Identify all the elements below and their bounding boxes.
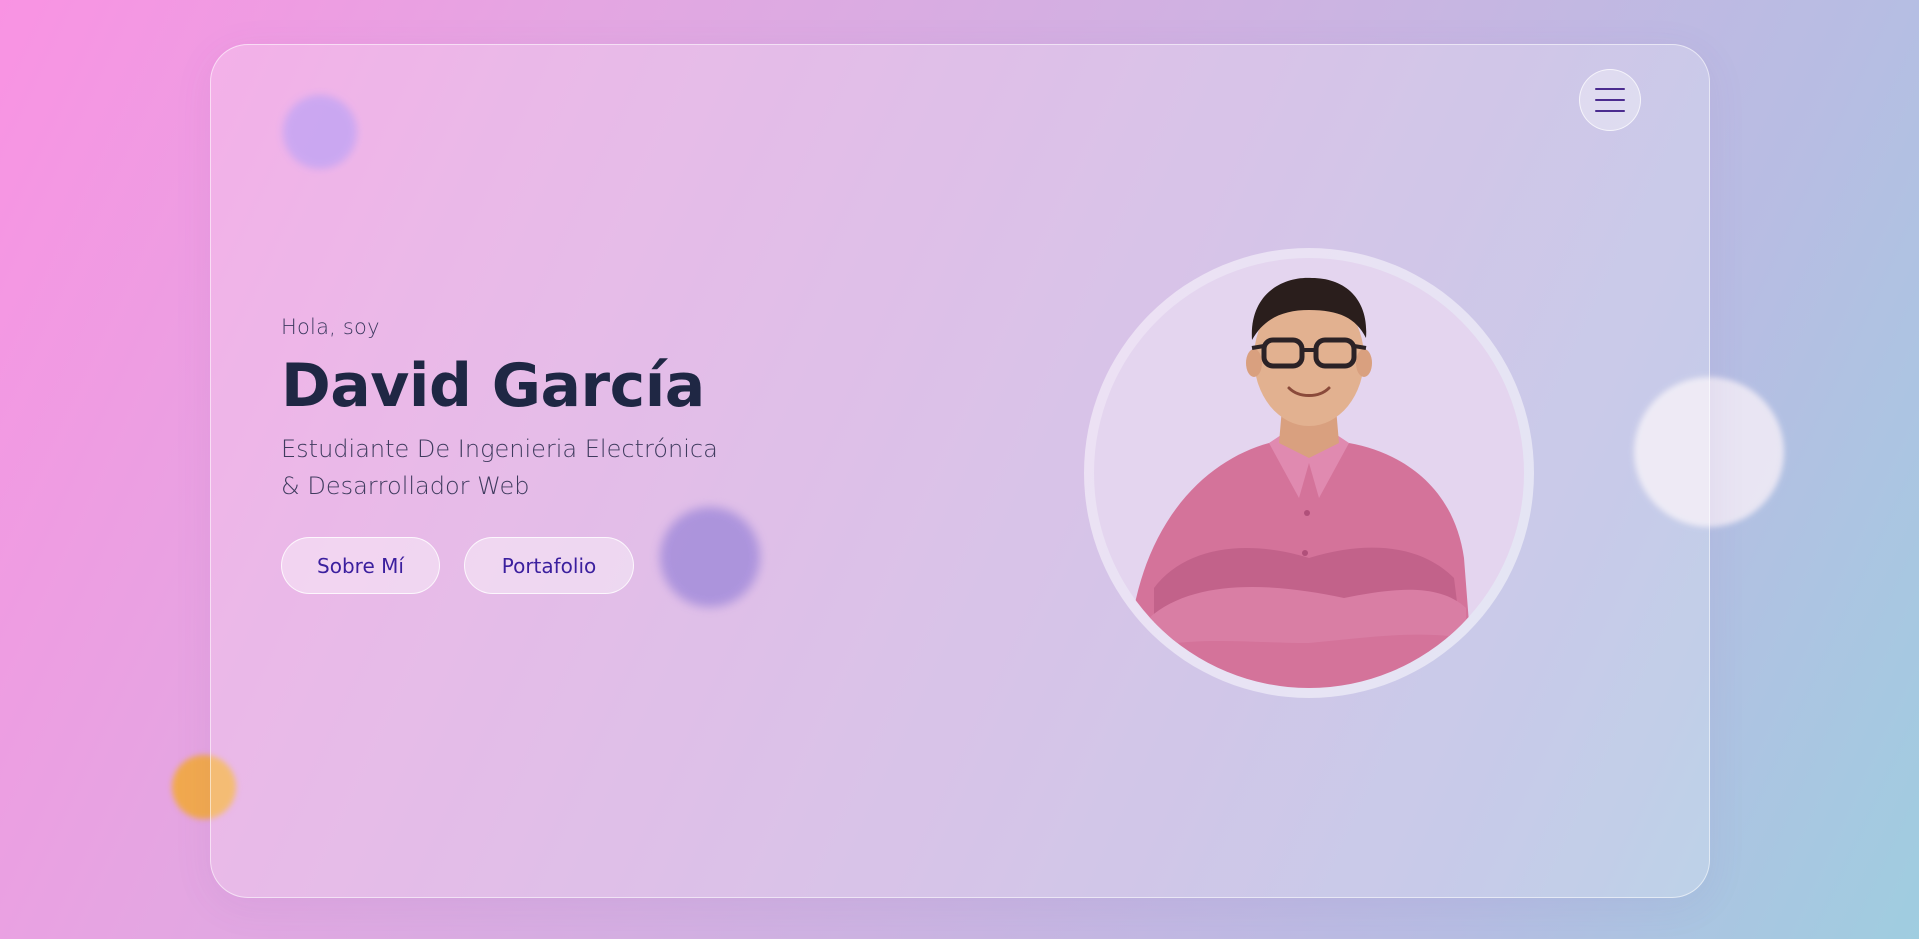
hamburger-menu-icon <box>1595 88 1625 90</box>
portfolio-button[interactable]: Portafolio <box>464 537 634 594</box>
hero-name: David García <box>281 351 705 421</box>
avatar <box>1094 258 1524 688</box>
role-line-2: & Desarrollador Web <box>281 472 530 500</box>
hamburger-menu-icon <box>1595 110 1625 112</box>
profile-photo-illustration <box>1134 277 1474 688</box>
hamburger-menu-icon <box>1595 99 1625 101</box>
role-line-1: Estudiante De Ingenieria Electrónica <box>281 435 718 463</box>
greeting-text: Hola, soy <box>281 315 380 339</box>
decorative-blob-purple-mid <box>660 507 760 607</box>
hero-role: Estudiante De Ingenieria Electrónica & D… <box>281 431 841 505</box>
hero-card: Hola, soy David García Estudiante De Ing… <box>210 44 1710 898</box>
about-button[interactable]: Sobre Mí <box>281 537 440 594</box>
avatar-frame <box>1084 248 1534 698</box>
menu-button[interactable] <box>1579 69 1641 131</box>
